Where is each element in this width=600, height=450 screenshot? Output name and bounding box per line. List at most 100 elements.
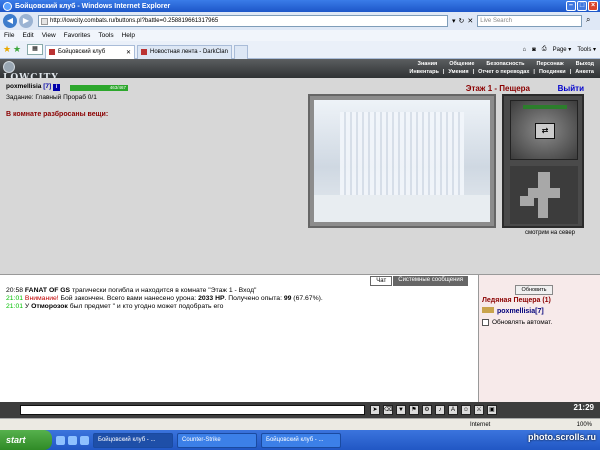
close-button[interactable]: ×	[588, 1, 598, 11]
nav-transfers[interactable]: Отчет о переводах	[476, 69, 531, 75]
chat-timestamp[interactable]: 21:01	[6, 295, 25, 302]
compass-control[interactable]: ⇄	[510, 100, 578, 160]
chat-line: 20:58 FANAT OF GS трагически погибла и н…	[6, 287, 476, 295]
zoom-level[interactable]: 100%	[577, 422, 592, 428]
desktop-quicklaunch-icon[interactable]	[68, 435, 77, 445]
quick-tabs-icon[interactable]: ▦	[27, 44, 43, 55]
taskbar-button-fightclub-2[interactable]: Бойцовский клуб - ...	[261, 432, 341, 448]
exit-link[interactable]: Выйти	[558, 84, 584, 93]
chat-line: 21:01 Внимание! Бой закончен. Всего вами…	[6, 295, 476, 303]
tab-system-messages[interactable]: Системные сообщения	[393, 276, 468, 286]
menu-file[interactable]: File	[4, 32, 14, 39]
zone-label: Internet	[470, 421, 491, 428]
chat-area: Чат Системные сообщения 20:58 FANAT OF G…	[0, 274, 478, 402]
settings-icon[interactable]: ⚙	[422, 405, 432, 415]
tab-favicon	[49, 49, 55, 55]
auto-refresh-checkbox[interactable]	[482, 319, 489, 326]
taskbar-button-cs[interactable]: Counter-Strike	[177, 432, 257, 448]
dropdown-icon[interactable]: ▾	[452, 17, 456, 25]
new-tab-button[interactable]	[234, 44, 248, 59]
task-text: Задание: Главный Прораб 0/1	[6, 94, 97, 101]
tab-darkclan[interactable]: Новостная лента - DarkClan	[137, 44, 232, 59]
nav-character[interactable]: Персонаж	[535, 61, 566, 67]
turn-icon[interactable]: ⇄	[535, 123, 555, 139]
start-button[interactable]: start	[0, 430, 52, 450]
forward-icon[interactable]: ▶	[19, 14, 33, 28]
bag-icon[interactable]: ▣	[487, 405, 497, 415]
nav-security[interactable]: Безопасность	[484, 61, 526, 67]
menu-favorites[interactable]: Favorites	[64, 32, 91, 39]
chat-timestamp[interactable]: 21:01	[6, 303, 25, 310]
taskbar: start Бойцовский клуб - ... Counter-Stri…	[0, 430, 600, 450]
send-icon[interactable]: ➤	[370, 405, 380, 415]
nav-skills[interactable]: Умения	[446, 69, 470, 75]
maximize-button[interactable]: □	[577, 1, 587, 11]
nav-knowledge[interactable]: Знания	[416, 61, 440, 67]
media-quicklaunch-icon[interactable]	[80, 435, 89, 445]
chat-text: был предмет " и кто угодно может подобра…	[67, 303, 224, 310]
tools-menu[interactable]: Tools ▾	[577, 46, 596, 53]
minimize-button[interactable]: –	[566, 1, 576, 11]
clear-icon[interactable]: ⌫	[383, 405, 393, 415]
print-icon[interactable]: ⎙	[542, 46, 547, 53]
sword-icon[interactable]: ⚔	[474, 405, 484, 415]
ie-icon	[3, 1, 12, 11]
page-menu[interactable]: Page ▾	[553, 46, 572, 53]
main-area: poxmellisia [7] i 463/467 Задание: Главн…	[0, 78, 600, 274]
smiley-icon[interactable]: ☺	[461, 405, 471, 415]
game-clock: 21:29	[573, 403, 594, 412]
info-icon[interactable]: i	[52, 84, 60, 91]
chat-line: 21:01 У Отморозок был предмет " и кто уг…	[6, 303, 476, 311]
chat-text: Отморозок	[31, 303, 68, 310]
room-view-frame	[308, 94, 496, 228]
chat-text: FANAT OF GS	[24, 287, 71, 294]
hp-bar: 463/467	[70, 85, 128, 91]
tab-close-icon[interactable]: ✕	[126, 49, 131, 56]
game-logo: LOWCITY	[3, 61, 59, 83]
search-icon[interactable]: ⌕	[583, 15, 593, 27]
chat-input[interactable]	[20, 405, 365, 415]
nav-inventory[interactable]: Инвентарь	[407, 69, 440, 75]
tab-chat[interactable]: Чат	[370, 276, 393, 286]
ie-quicklaunch-icon[interactable]	[56, 435, 65, 445]
search-input[interactable]: Live Search	[477, 15, 583, 27]
chat-text: трагически погибла и находится в комнате…	[70, 287, 257, 294]
looking-direction: смотрим на север	[525, 230, 576, 236]
address-bar[interactable]: http://lowcity.combats.ru/buttons.pl?bat…	[38, 15, 448, 27]
nav-exit[interactable]: Выход	[574, 61, 596, 67]
nav-profile[interactable]: Анкета	[573, 69, 596, 75]
user-level: [7]	[43, 83, 52, 90]
refresh-icon[interactable]: ↻	[459, 17, 465, 25]
auto-refresh-option[interactable]: Обновлять автомат.	[482, 319, 552, 326]
refresh-button[interactable]: Обновить	[515, 285, 553, 295]
feeds-icon[interactable]: ◙	[532, 47, 536, 53]
favorites-star-icon[interactable]: ★	[3, 44, 13, 55]
translit-icon[interactable]: A	[448, 405, 458, 415]
add-favorite-icon[interactable]: ★	[13, 44, 23, 55]
tabs-row: ★ ★ ▦ Бойцовский клуб ✕ Новостная лента …	[0, 41, 600, 59]
chat-text: Бой закончен. Всего вами нанесено урона:	[58, 295, 199, 302]
back-icon[interactable]: ◀	[3, 14, 17, 28]
chat-timestamp[interactable]: 20:58	[6, 287, 25, 294]
location-title: Ледяная Пещера (1)	[482, 297, 551, 304]
tab-fightclub[interactable]: Бойцовский клуб ✕	[45, 44, 135, 59]
menu-help[interactable]: Help	[122, 32, 135, 39]
floor-title: Этаж 1 - Пещера	[465, 84, 530, 93]
home-icon[interactable]: ⌂	[523, 47, 527, 53]
menu-view[interactable]: View	[42, 32, 56, 39]
filter-icon[interactable]: ▼	[396, 405, 406, 415]
control-panel: ⇄	[502, 94, 584, 228]
menu-edit[interactable]: Edit	[22, 32, 33, 39]
taskbar-button-fightclub[interactable]: Бойцовский клуб - ...	[93, 432, 173, 448]
logo-emblem-icon	[3, 61, 15, 73]
stop-icon[interactable]: ✕	[467, 17, 473, 25]
menu-tools[interactable]: Tools	[98, 32, 113, 39]
nav-communication[interactable]: Общение	[447, 61, 476, 67]
nav-duels[interactable]: Поединки	[537, 69, 568, 75]
tab-label: Новостная лента - DarkClan	[150, 49, 228, 55]
player-entry[interactable]: poxmellisia[7]	[482, 307, 544, 315]
flag-icon[interactable]: ⚑	[409, 405, 419, 415]
tab-label: Бойцовский клуб	[58, 49, 106, 55]
music-icon[interactable]: ♪	[435, 405, 445, 415]
user-name[interactable]: poxmellisia	[6, 83, 41, 90]
